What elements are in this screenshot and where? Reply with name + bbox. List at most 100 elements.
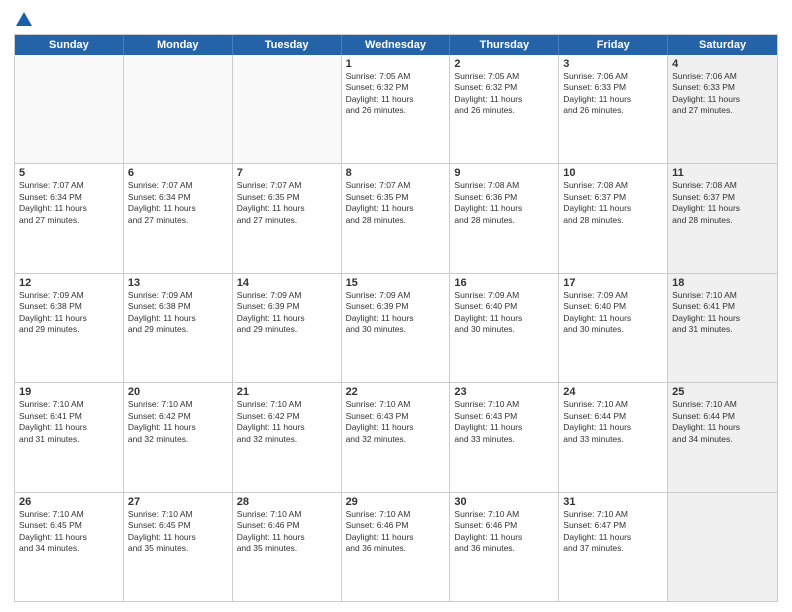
sunset-text: Sunset: 6:45 PM — [19, 520, 119, 531]
sunset-text: Sunset: 6:43 PM — [346, 411, 446, 422]
daylight-hours: Daylight: 11 hours — [346, 532, 446, 543]
page: SundayMondayTuesdayWednesdayThursdayFrid… — [0, 0, 792, 612]
sunrise-text: Sunrise: 7:09 AM — [19, 290, 119, 301]
calendar-row-0: 1Sunrise: 7:05 AMSunset: 6:32 PMDaylight… — [15, 55, 777, 164]
sunrise-text: Sunrise: 7:05 AM — [346, 71, 446, 82]
sunset-text: Sunset: 6:35 PM — [237, 192, 337, 203]
sunset-text: Sunset: 6:37 PM — [672, 192, 773, 203]
day-number: 22 — [346, 386, 446, 398]
calendar-cell: 31Sunrise: 7:10 AMSunset: 6:47 PMDayligh… — [559, 493, 668, 601]
sunset-text: Sunset: 6:32 PM — [346, 82, 446, 93]
sunrise-text: Sunrise: 7:08 AM — [563, 180, 663, 191]
day-number: 1 — [346, 58, 446, 70]
daylight-hours: Daylight: 11 hours — [672, 203, 773, 214]
sunrise-text: Sunrise: 7:05 AM — [454, 71, 554, 82]
sunrise-text: Sunrise: 7:10 AM — [128, 509, 228, 520]
daylight-hours: Daylight: 11 hours — [237, 532, 337, 543]
daylight-minutes: and 27 minutes. — [19, 215, 119, 226]
calendar-cell: 8Sunrise: 7:07 AMSunset: 6:35 PMDaylight… — [342, 164, 451, 272]
day-number: 21 — [237, 386, 337, 398]
calendar-cell: 3Sunrise: 7:06 AMSunset: 6:33 PMDaylight… — [559, 55, 668, 163]
sunrise-text: Sunrise: 7:10 AM — [672, 399, 773, 410]
daylight-minutes: and 28 minutes. — [346, 215, 446, 226]
sunrise-text: Sunrise: 7:09 AM — [128, 290, 228, 301]
sunrise-text: Sunrise: 7:10 AM — [346, 509, 446, 520]
calendar-cell: 6Sunrise: 7:07 AMSunset: 6:34 PMDaylight… — [124, 164, 233, 272]
sunrise-text: Sunrise: 7:10 AM — [346, 399, 446, 410]
daylight-hours: Daylight: 11 hours — [454, 313, 554, 324]
sunset-text: Sunset: 6:32 PM — [454, 82, 554, 93]
day-number: 30 — [454, 496, 554, 508]
sunset-text: Sunset: 6:46 PM — [346, 520, 446, 531]
calendar-cell: 26Sunrise: 7:10 AMSunset: 6:45 PMDayligh… — [15, 493, 124, 601]
sunrise-text: Sunrise: 7:07 AM — [237, 180, 337, 191]
day-number: 20 — [128, 386, 228, 398]
day-number: 23 — [454, 386, 554, 398]
day-number: 24 — [563, 386, 663, 398]
daylight-hours: Daylight: 11 hours — [672, 313, 773, 324]
calendar-cell: 22Sunrise: 7:10 AMSunset: 6:43 PMDayligh… — [342, 383, 451, 491]
daylight-hours: Daylight: 11 hours — [19, 313, 119, 324]
sunset-text: Sunset: 6:37 PM — [563, 192, 663, 203]
daylight-hours: Daylight: 11 hours — [19, 422, 119, 433]
sunrise-text: Sunrise: 7:09 AM — [237, 290, 337, 301]
header-day-monday: Monday — [124, 35, 233, 55]
header-day-saturday: Saturday — [668, 35, 777, 55]
daylight-minutes: and 31 minutes. — [672, 324, 773, 335]
day-number: 28 — [237, 496, 337, 508]
day-number: 6 — [128, 167, 228, 179]
daylight-hours: Daylight: 11 hours — [128, 532, 228, 543]
day-number: 25 — [672, 386, 773, 398]
header-day-tuesday: Tuesday — [233, 35, 342, 55]
daylight-hours: Daylight: 11 hours — [454, 203, 554, 214]
sunrise-text: Sunrise: 7:10 AM — [454, 399, 554, 410]
daylight-hours: Daylight: 11 hours — [454, 422, 554, 433]
calendar: SundayMondayTuesdayWednesdayThursdayFrid… — [14, 34, 778, 602]
daylight-minutes: and 28 minutes. — [563, 215, 663, 226]
sunset-text: Sunset: 6:33 PM — [672, 82, 773, 93]
sunrise-text: Sunrise: 7:09 AM — [454, 290, 554, 301]
sunset-text: Sunset: 6:40 PM — [563, 301, 663, 312]
day-number: 27 — [128, 496, 228, 508]
calendar-body: 1Sunrise: 7:05 AMSunset: 6:32 PMDaylight… — [15, 55, 777, 601]
sunset-text: Sunset: 6:40 PM — [454, 301, 554, 312]
sunset-text: Sunset: 6:38 PM — [19, 301, 119, 312]
calendar-cell: 17Sunrise: 7:09 AMSunset: 6:40 PMDayligh… — [559, 274, 668, 382]
sunrise-text: Sunrise: 7:10 AM — [19, 509, 119, 520]
calendar-cell: 10Sunrise: 7:08 AMSunset: 6:37 PMDayligh… — [559, 164, 668, 272]
calendar-row-1: 5Sunrise: 7:07 AMSunset: 6:34 PMDaylight… — [15, 164, 777, 273]
calendar-cell: 1Sunrise: 7:05 AMSunset: 6:32 PMDaylight… — [342, 55, 451, 163]
calendar-header: SundayMondayTuesdayWednesdayThursdayFrid… — [15, 35, 777, 55]
day-number: 9 — [454, 167, 554, 179]
header-day-thursday: Thursday — [450, 35, 559, 55]
daylight-hours: Daylight: 11 hours — [672, 94, 773, 105]
sunrise-text: Sunrise: 7:10 AM — [19, 399, 119, 410]
daylight-hours: Daylight: 11 hours — [346, 94, 446, 105]
sunset-text: Sunset: 6:46 PM — [237, 520, 337, 531]
sunset-text: Sunset: 6:34 PM — [128, 192, 228, 203]
daylight-hours: Daylight: 11 hours — [237, 203, 337, 214]
sunset-text: Sunset: 6:35 PM — [346, 192, 446, 203]
daylight-minutes: and 26 minutes. — [346, 105, 446, 116]
calendar-cell: 16Sunrise: 7:09 AMSunset: 6:40 PMDayligh… — [450, 274, 559, 382]
sunrise-text: Sunrise: 7:08 AM — [672, 180, 773, 191]
daylight-hours: Daylight: 11 hours — [563, 94, 663, 105]
daylight-hours: Daylight: 11 hours — [563, 313, 663, 324]
day-number: 7 — [237, 167, 337, 179]
calendar-row-2: 12Sunrise: 7:09 AMSunset: 6:38 PMDayligh… — [15, 274, 777, 383]
day-number: 16 — [454, 277, 554, 289]
logo — [14, 10, 34, 28]
sunset-text: Sunset: 6:41 PM — [19, 411, 119, 422]
sunrise-text: Sunrise: 7:10 AM — [128, 399, 228, 410]
sunset-text: Sunset: 6:41 PM — [672, 301, 773, 312]
daylight-minutes: and 33 minutes. — [563, 434, 663, 445]
calendar-cell — [124, 55, 233, 163]
sunset-text: Sunset: 6:33 PM — [563, 82, 663, 93]
calendar-cell — [233, 55, 342, 163]
daylight-hours: Daylight: 11 hours — [128, 313, 228, 324]
daylight-minutes: and 35 minutes. — [128, 543, 228, 554]
daylight-minutes: and 30 minutes. — [454, 324, 554, 335]
calendar-cell — [668, 493, 777, 601]
sunrise-text: Sunrise: 7:09 AM — [346, 290, 446, 301]
daylight-minutes: and 27 minutes. — [128, 215, 228, 226]
